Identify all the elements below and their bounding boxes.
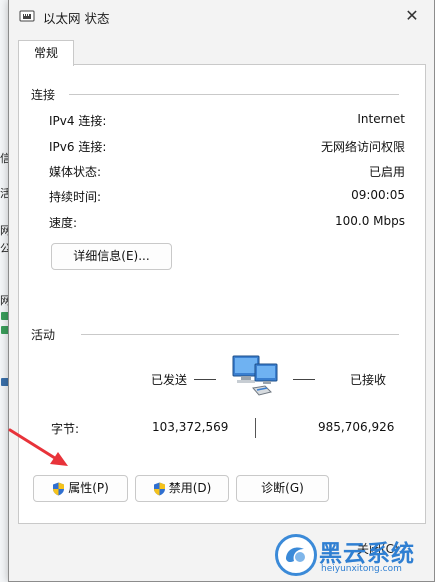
disable-button-label: 禁用(D)	[168, 481, 212, 495]
red-arrow-annotation	[8, 428, 68, 466]
bytes-sent-value: 103,372,569	[152, 420, 229, 434]
ipv4-label: IPv4 连接:	[49, 114, 107, 128]
received-line	[293, 379, 315, 380]
uac-shield-icon	[53, 482, 65, 495]
media-state-value: 已启用	[368, 165, 405, 179]
properties-button-label: 属性(P)	[68, 481, 109, 495]
diagnose-button[interactable]: 诊断(G)	[236, 475, 329, 502]
window-title: 以太网 状态	[43, 11, 110, 26]
disable-button[interactable]: 禁用(D)	[135, 475, 229, 502]
watermark-logo-icon	[275, 534, 317, 576]
tab-general[interactable]: 常规	[18, 40, 74, 66]
activity-separator	[255, 418, 256, 438]
close-icon[interactable]: ✕	[402, 6, 422, 26]
speed-value: 100.0 Mbps	[334, 214, 405, 228]
speed-label: 速度:	[49, 216, 78, 230]
network-computers-icon	[232, 355, 278, 396]
ipv6-label: IPv6 连接:	[49, 140, 107, 154]
duration-label: 持续时间:	[49, 190, 102, 204]
bytes-received-value: 985,706,926	[318, 420, 395, 434]
connection-section-label: 连接	[31, 86, 62, 103]
received-label: 已接收	[350, 373, 387, 387]
ipv4-value: Internet	[357, 112, 405, 126]
details-button[interactable]: 详细信息(E)...	[51, 243, 172, 270]
section-divider	[69, 94, 399, 95]
media-state-label: 媒体状态:	[49, 165, 102, 179]
sent-line	[194, 379, 216, 380]
watermark: 黑云系统 heiyunxitong.com	[275, 530, 435, 582]
ethernet-icon	[19, 10, 35, 22]
title-bar[interactable]: 以太网 状态 ✕	[9, 0, 434, 32]
sent-label: 已发送	[151, 373, 188, 387]
section-divider	[81, 334, 399, 335]
watermark-title: 黑云系统	[319, 541, 415, 567]
watermark-url: heiyunxitong.com	[321, 564, 402, 574]
ethernet-status-dialog: 以太网 状态 ✕ 常规 连接 IPv4 连接: Internet IPv6 连接…	[8, 0, 435, 582]
uac-shield-icon	[153, 482, 165, 495]
activity-section-label: 活动	[31, 326, 62, 343]
ipv6-value: 无网络访问权限	[320, 140, 405, 154]
duration-value: 09:00:05	[351, 188, 405, 202]
